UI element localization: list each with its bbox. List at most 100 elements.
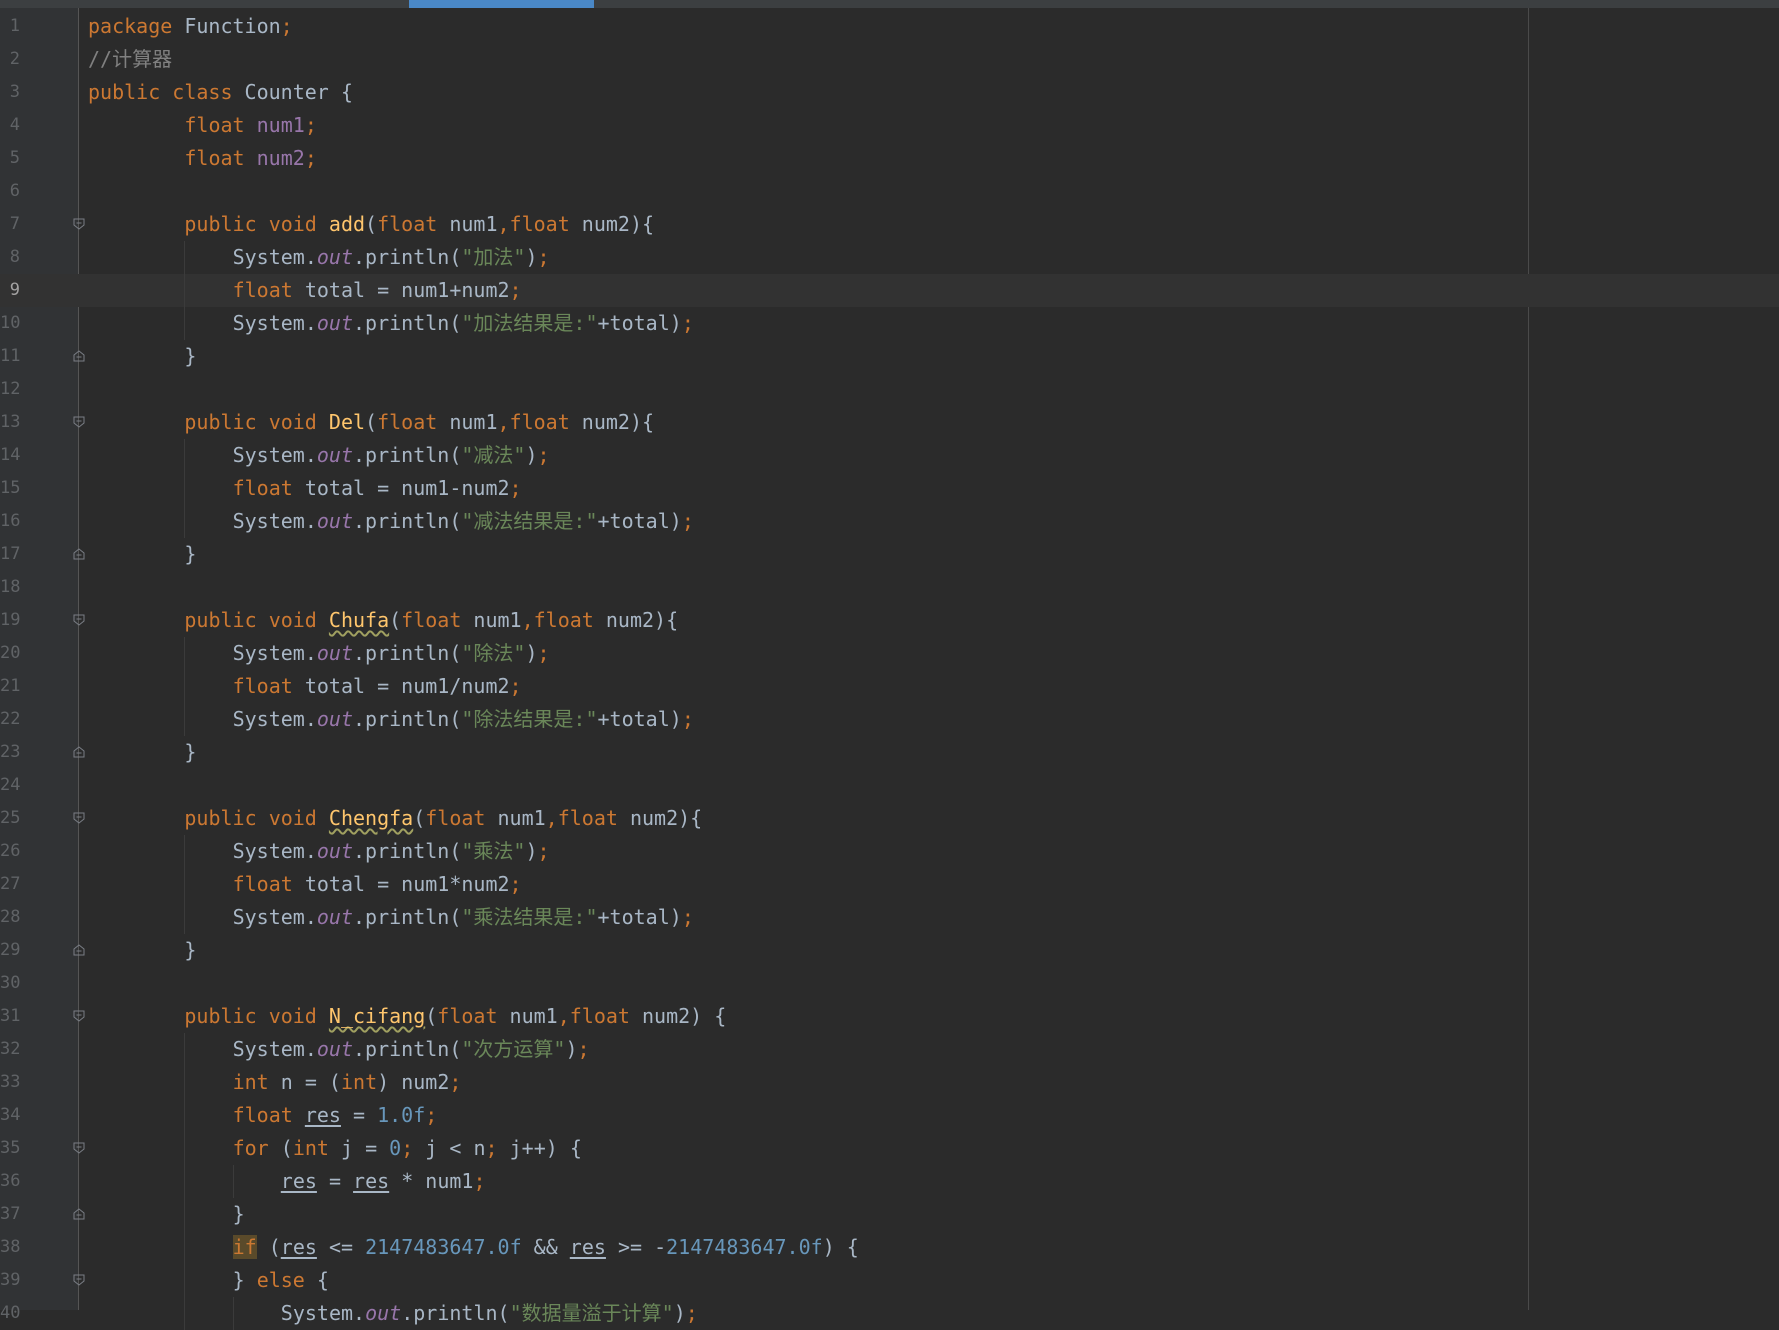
line-number[interactable]: 13 — [0, 406, 20, 439]
code-editor[interactable]: 1 package Function; 2 //计算器 3 public class Co… — [0, 10, 1779, 1330]
code-line[interactable]: 4 float num1; — [0, 109, 1779, 142]
line-number[interactable]: 31 — [0, 1000, 20, 1033]
line-number[interactable]: 34 — [0, 1099, 20, 1132]
code-text[interactable]: System.out.println("除法"); — [233, 637, 550, 670]
code-line[interactable]: 23} — [0, 736, 1779, 769]
code-text[interactable]: float total = num1+num2; — [233, 274, 522, 307]
line-number[interactable]: 35 — [0, 1132, 20, 1165]
code-text[interactable]: System.out.println("数据量溢于计算"); — [281, 1297, 698, 1330]
fold-open-icon[interactable] — [73, 1274, 85, 1286]
code-line[interactable]: 21 float total = num1/num2; — [0, 670, 1779, 703]
code-text[interactable]: System.out.println("加法"); — [233, 241, 550, 274]
code-text[interactable]: //计算器 — [88, 43, 172, 76]
code-text[interactable]: System.out.println("乘法结果是:"+total); — [233, 901, 694, 934]
code-line[interactable]: 36 res = res * num1; — [0, 1165, 1779, 1198]
code-line[interactable]: 3 public class Counter { — [0, 76, 1779, 109]
code-line[interactable]: 40 System.out.println("数据量溢于计算"); — [0, 1297, 1779, 1330]
code-line[interactable]: 38 if (res <= 2147483647.0f && res >= -21… — [0, 1231, 1779, 1264]
code-line[interactable]: 14 System.out.println("减法"); — [0, 439, 1779, 472]
fold-close-icon[interactable] — [73, 548, 85, 560]
line-number[interactable]: 5 — [0, 142, 20, 175]
code-text[interactable]: } — [184, 538, 196, 571]
code-line[interactable]: 10 System.out.println("加法结果是:"+total); — [0, 307, 1779, 340]
code-line[interactable]: 2 //计算器 — [0, 43, 1779, 76]
line-number[interactable]: 12 — [0, 373, 20, 406]
line-number[interactable]: 29 — [0, 934, 20, 967]
line-number[interactable]: 20 — [0, 637, 20, 670]
code-line[interactable]: 24 — [0, 769, 1779, 802]
line-number[interactable]: 39 — [0, 1264, 20, 1297]
code-text[interactable]: System.out.println("加法结果是:"+total); — [233, 307, 694, 340]
code-text[interactable]: public void Chufa(float num1,float num2)… — [184, 604, 678, 637]
code-text[interactable]: for (int j = 0; j < n; j++) { — [233, 1132, 582, 1165]
code-text[interactable]: public void Del(float num1,float num2){ — [184, 406, 654, 439]
code-text[interactable]: public void Chengfa(float num1,float num… — [184, 802, 702, 835]
fold-open-icon[interactable] — [73, 614, 85, 626]
line-number[interactable]: 27 — [0, 868, 20, 901]
code-line[interactable]: 32 System.out.println("次方运算"); — [0, 1033, 1779, 1066]
code-line[interactable]: 20 System.out.println("除法"); — [0, 637, 1779, 670]
line-number[interactable]: 15 — [0, 472, 20, 505]
code-text[interactable]: } else { — [233, 1264, 329, 1297]
code-text[interactable]: if (res <= 2147483647.0f && res >= -2147… — [232, 1231, 859, 1264]
code-line[interactable]: 11} — [0, 340, 1779, 373]
code-text[interactable]: package Function; — [88, 10, 293, 43]
code-text[interactable]: } — [184, 934, 196, 967]
code-text[interactable]: public void N_cifang(float num1,float nu… — [184, 1000, 726, 1033]
line-number[interactable]: 38 — [0, 1231, 20, 1264]
code-line[interactable]: 29} — [0, 934, 1779, 967]
code-text[interactable]: float total = num1/num2; — [233, 670, 522, 703]
line-number[interactable]: 7 — [0, 208, 20, 241]
code-line[interactable]: 1 package Function; — [0, 10, 1779, 43]
line-number[interactable]: 17 — [0, 538, 20, 571]
code-line[interactable]: 26 System.out.println("乘法"); — [0, 835, 1779, 868]
code-text[interactable]: float res = 1.0f; — [233, 1099, 438, 1132]
line-number[interactable]: 11 — [0, 340, 20, 373]
code-line[interactable]: 17} — [0, 538, 1779, 571]
code-text[interactable]: } — [184, 736, 196, 769]
line-number[interactable]: 9 — [0, 274, 20, 307]
code-line[interactable]: 27 float total = num1*num2; — [0, 868, 1779, 901]
line-number[interactable]: 2 — [0, 43, 20, 76]
line-number[interactable]: 37 — [0, 1198, 20, 1231]
fold-open-icon[interactable] — [73, 812, 85, 824]
line-number[interactable]: 14 — [0, 439, 20, 472]
code-line[interactable]: 25 public void Chengfa(float num1,float n… — [0, 802, 1779, 835]
line-number[interactable]: 8 — [0, 241, 20, 274]
code-line[interactable]: 35 for (int j = 0; j < n; j++) { — [0, 1132, 1779, 1165]
code-line[interactable]: 13 public void Del(float num1,float num2)… — [0, 406, 1779, 439]
fold-open-icon[interactable] — [73, 1010, 85, 1022]
code-line[interactable]: 33 int n = (int) num2; — [0, 1066, 1779, 1099]
code-line[interactable]: 5 float num2; — [0, 142, 1779, 175]
line-number[interactable]: 21 — [0, 670, 20, 703]
line-number[interactable]: 25 — [0, 802, 20, 835]
code-text[interactable]: System.out.println("除法结果是:"+total); — [233, 703, 694, 736]
line-number[interactable]: 16 — [0, 505, 20, 538]
line-number[interactable]: 40 — [0, 1297, 20, 1330]
line-number[interactable]: 24 — [0, 769, 20, 802]
code-line[interactable]: 22 System.out.println("除法结果是:"+total); — [0, 703, 1779, 736]
fold-close-icon[interactable] — [73, 944, 85, 956]
code-line[interactable]: 16 System.out.println("减法结果是:"+total); — [0, 505, 1779, 538]
code-line[interactable]: 8 System.out.println("加法"); — [0, 241, 1779, 274]
line-number[interactable]: 30 — [0, 967, 20, 1000]
code-text[interactable]: float total = num1-num2; — [233, 472, 522, 505]
line-number[interactable]: 32 — [0, 1033, 20, 1066]
code-text[interactable]: float num1; — [184, 109, 316, 142]
code-line[interactable]: 15 float total = num1-num2; — [0, 472, 1779, 505]
fold-open-icon[interactable] — [73, 218, 85, 230]
line-number[interactable]: 19 — [0, 604, 20, 637]
line-number[interactable]: 18 — [0, 571, 20, 604]
fold-close-icon[interactable] — [73, 746, 85, 758]
code-line[interactable]: 12 — [0, 373, 1779, 406]
line-number[interactable]: 23 — [0, 736, 20, 769]
code-text[interactable]: System.out.println("减法"); — [233, 439, 550, 472]
line-number[interactable]: 3 — [0, 76, 20, 109]
code-text[interactable]: public void add(float num1,float num2){ — [184, 208, 654, 241]
code-line[interactable]: 31 public void N_cifang(float num1,float … — [0, 1000, 1779, 1033]
code-text[interactable]: System.out.println("减法结果是:"+total); — [233, 505, 694, 538]
line-number[interactable]: 28 — [0, 901, 20, 934]
code-line[interactable]: 37} — [0, 1198, 1779, 1231]
code-line[interactable]: 34 float res = 1.0f; — [0, 1099, 1779, 1132]
fold-close-icon[interactable] — [73, 350, 85, 362]
